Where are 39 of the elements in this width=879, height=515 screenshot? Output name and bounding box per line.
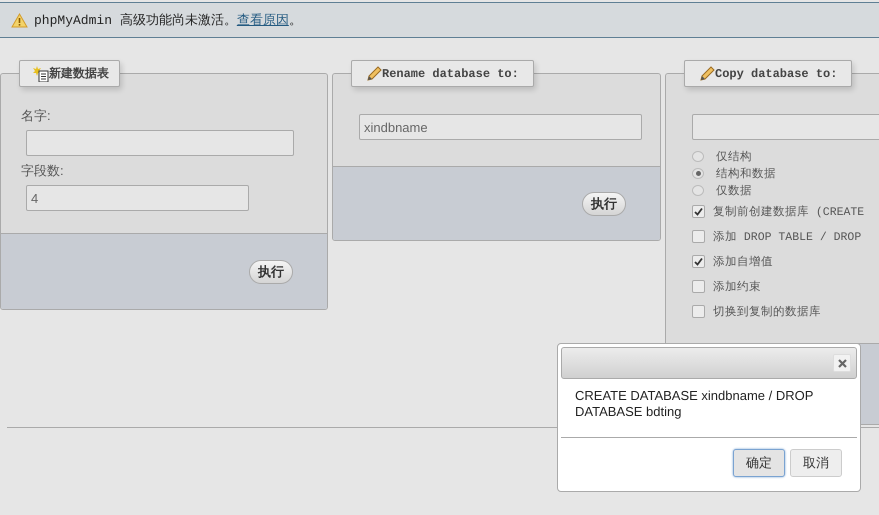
notice-punctuation: 。 [288,12,302,29]
option-label: 添加约束 [713,280,761,294]
panel-title: 新建数据表 [49,66,109,82]
checkbox[interactable] [692,230,705,243]
new-table-icon [33,66,49,82]
radio-button[interactable] [692,185,704,196]
option-label: 添加 DROP TABLE / DROP [713,230,862,244]
close-icon [838,358,846,368]
radio-button[interactable] [692,151,704,162]
execute-button[interactable]: 执行 [582,192,626,216]
warning-icon [11,12,28,28]
checkbox[interactable] [692,255,705,268]
input-field[interactable]: xindbname [359,114,642,140]
input-field[interactable] [692,114,879,140]
checkbox[interactable] [692,305,705,318]
input-field[interactable]: 4 [26,185,249,211]
option-label: 仅结构 [716,150,752,164]
field-label: 名字: [21,107,51,125]
checkbox[interactable] [692,205,705,218]
option-label: 添加自增值 [713,254,773,269]
option-label: 仅数据 [716,184,752,198]
execute-button[interactable]: 执行 [249,260,293,284]
dialog-message: CREATE DATABASE xindbname / DROP DATABASE bdting [561,379,857,438]
pencil-icon [699,66,715,82]
checkbox[interactable] [692,280,705,293]
input-field[interactable] [26,130,294,156]
radio-button[interactable] [692,168,704,179]
dialog-button[interactable]: 确定 [733,449,785,477]
field-label: 字段数: [21,162,64,180]
pencil-icon [366,66,382,82]
option-label: 结构和数据 [716,166,776,181]
dialog-button[interactable]: 取消 [790,449,842,477]
option-label: 切换到复制的数据库 [713,304,821,319]
panel-title: Copy database to: [715,66,838,80]
notice-link[interactable]: 查看原因 [236,11,289,29]
option-label: 复制前创建数据库 (CREATE [713,204,864,219]
notice-text: phpMyAdmin 高级功能尚未激活。 [34,12,237,29]
panel-title: Rename database to: [382,66,519,80]
close-button[interactable] [833,354,851,372]
